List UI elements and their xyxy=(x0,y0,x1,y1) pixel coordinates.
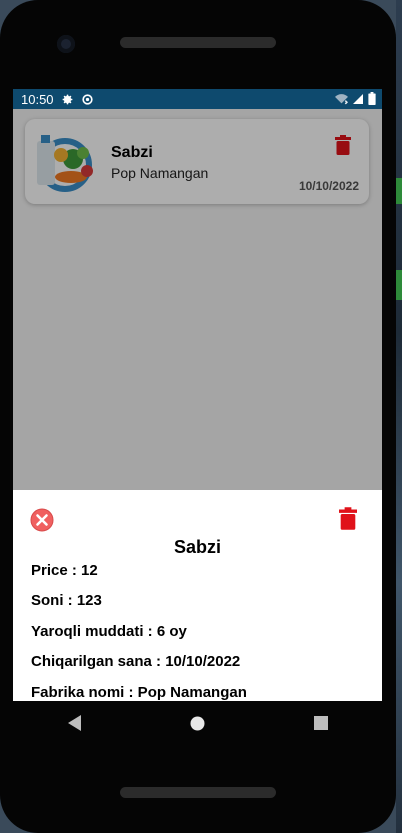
bottom-sheet: Sabzi Price : 12 Soni : 123 Yaroqli mudd… xyxy=(13,490,382,701)
app-content: Sabzi Pop Namangan 10/10/2022 Sabzi Pric… xyxy=(13,109,382,701)
price-row: Price : 12 xyxy=(31,562,98,579)
battery-icon xyxy=(368,92,376,108)
front-camera xyxy=(57,35,75,53)
production-date-row: Chiqarilgan sana : 10/10/2022 xyxy=(31,653,241,670)
top-speaker xyxy=(120,37,276,48)
phone-frame: 10:50 Sabzi Pop Namangan 10/10/2022 Sabz… xyxy=(0,0,396,833)
expiry-row: Yaroqli muddati : 6 oy xyxy=(31,623,187,640)
signal-icon xyxy=(352,93,364,108)
data-saver-icon xyxy=(81,93,94,106)
strip-mark xyxy=(396,270,402,300)
screen: 10:50 Sabzi Pop Namangan 10/10/2022 Sabz… xyxy=(13,89,382,701)
status-time: 10:50 xyxy=(21,91,54,107)
factory-row: Fabrika nomi : Pop Namangan xyxy=(31,684,247,701)
gear-icon xyxy=(61,93,74,106)
wifi-icon xyxy=(335,93,348,108)
quantity-row: Soni : 123 xyxy=(31,592,102,609)
sheet-title: Sabzi xyxy=(173,537,221,557)
bottom-speaker xyxy=(120,787,276,798)
status-bar: 10:50 xyxy=(13,89,382,109)
recents-icon[interactable] xyxy=(291,701,351,745)
close-circle-icon[interactable] xyxy=(30,508,54,537)
system-nav-bar xyxy=(13,701,382,745)
background-strip xyxy=(396,0,402,833)
strip-mark xyxy=(396,178,402,204)
home-icon[interactable] xyxy=(168,701,228,745)
trash-icon[interactable] xyxy=(339,507,357,535)
back-icon[interactable] xyxy=(45,701,105,745)
